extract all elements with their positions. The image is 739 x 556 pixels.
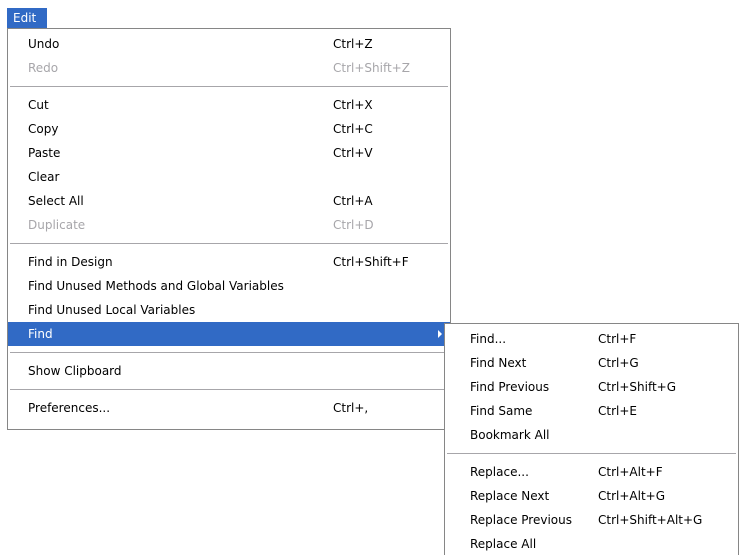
menu-item-label: Find Unused Local Variables	[28, 303, 196, 317]
menu-item-label: Find Same	[470, 404, 533, 418]
menu-item-show-clipboard[interactable]: Show Clipboard	[8, 359, 450, 383]
menu-item-copy[interactable]: Copy Ctrl+C	[8, 117, 450, 141]
menu-item-label: Show Clipboard	[28, 364, 122, 378]
submenu-item-find-same[interactable]: Find Same Ctrl+E	[445, 399, 738, 423]
menu-item-shortcut: Ctrl+F	[598, 332, 637, 346]
menu-separator	[445, 447, 738, 460]
menu-item-shortcut: Ctrl+Z	[333, 37, 373, 51]
menu-item-shortcut: Ctrl+G	[598, 356, 639, 370]
menu-item-shortcut: Ctrl+E	[598, 404, 637, 418]
menu-item-paste[interactable]: Paste Ctrl+V	[8, 141, 450, 165]
menu-item-label: Find...	[470, 332, 507, 346]
menu-item-shortcut: Ctrl+Alt+F	[598, 465, 663, 479]
submenu-item-find-next[interactable]: Find Next Ctrl+G	[445, 351, 738, 375]
menu-item-shortcut: Ctrl+D	[333, 218, 374, 232]
menu-item-label: Bookmark All	[470, 428, 550, 442]
edit-menu: Undo Ctrl+Z Redo Ctrl+Shift+Z Cut Ctrl+X…	[7, 28, 451, 430]
menu-item-clear[interactable]: Clear	[8, 165, 450, 189]
submenu-item-replace-next[interactable]: Replace Next Ctrl+Alt+G	[445, 484, 738, 508]
menu-item-preferences[interactable]: Preferences... Ctrl+,	[8, 396, 450, 420]
menu-item-label: Paste	[28, 146, 61, 160]
find-submenu: Find... Ctrl+F Find Next Ctrl+G Find Pre…	[444, 323, 739, 555]
menu-item-label: Replace Next	[470, 489, 550, 503]
menu-item-label: Find in Design	[28, 255, 113, 269]
submenu-item-bookmark-all[interactable]: Bookmark All	[445, 423, 738, 447]
menu-item-shortcut: Ctrl+C	[333, 122, 373, 136]
menu-item-shortcut: Ctrl+,	[333, 401, 369, 415]
menu-item-select-all[interactable]: Select All Ctrl+A	[8, 189, 450, 213]
submenu-item-find[interactable]: Find... Ctrl+F	[445, 327, 738, 351]
submenu-item-find-previous[interactable]: Find Previous Ctrl+Shift+G	[445, 375, 738, 399]
menu-item-find-unused-locals[interactable]: Find Unused Local Variables	[8, 298, 450, 322]
menu-item-shortcut: Ctrl+Shift+Z	[333, 61, 410, 75]
menu-item-duplicate[interactable]: Duplicate Ctrl+D	[8, 213, 450, 237]
menu-item-find-in-design[interactable]: Find in Design Ctrl+Shift+F	[8, 250, 450, 274]
menu-item-label: Preferences...	[28, 401, 111, 415]
menu-item-label: Replace Previous	[470, 513, 572, 527]
menu-item-shortcut: Ctrl+X	[333, 98, 373, 112]
submenu-arrow-icon	[438, 330, 442, 338]
menu-separator	[8, 346, 450, 359]
menu-item-label: Find Unused Methods and Global Variables	[28, 279, 284, 293]
menu-item-undo[interactable]: Undo Ctrl+Z	[8, 32, 450, 56]
menu-item-label: Redo	[28, 61, 59, 75]
menu-item-shortcut: Ctrl+Shift+G	[598, 380, 677, 394]
menu-separator	[8, 80, 450, 93]
menu-separator	[8, 383, 450, 396]
menu-item-shortcut: Ctrl+Shift+F	[333, 255, 409, 269]
edit-menu-title[interactable]: Edit	[7, 8, 47, 29]
menu-item-label: Copy	[28, 122, 59, 136]
menu-item-label: Replace...	[470, 465, 529, 479]
menu-separator	[8, 237, 450, 250]
menu-item-label: Find	[28, 327, 53, 341]
menu-item-label: Duplicate	[28, 218, 86, 232]
menu-item-label: Find Previous	[470, 380, 550, 394]
menu-item-label: Clear	[28, 170, 60, 184]
menu-item-shortcut: Ctrl+Alt+G	[598, 489, 666, 503]
menu-item-find[interactable]: Find	[8, 322, 450, 346]
menu-item-shortcut: Ctrl+V	[333, 146, 373, 160]
menu-item-label: Select All	[28, 194, 84, 208]
menu-item-label: Replace All	[470, 537, 537, 551]
menu-item-shortcut: Ctrl+A	[333, 194, 373, 208]
menu-item-cut[interactable]: Cut Ctrl+X	[8, 93, 450, 117]
submenu-item-replace[interactable]: Replace... Ctrl+Alt+F	[445, 460, 738, 484]
menu-item-find-unused-methods[interactable]: Find Unused Methods and Global Variables	[8, 274, 450, 298]
menu-item-label: Cut	[28, 98, 49, 112]
menu-item-label: Undo	[28, 37, 60, 51]
submenu-item-replace-previous[interactable]: Replace Previous Ctrl+Shift+Alt+G	[445, 508, 738, 532]
menu-item-redo[interactable]: Redo Ctrl+Shift+Z	[8, 56, 450, 80]
menu-item-shortcut: Ctrl+Shift+Alt+G	[598, 513, 703, 527]
menu-item-label: Find Next	[470, 356, 527, 370]
submenu-item-replace-all[interactable]: Replace All	[445, 532, 738, 556]
